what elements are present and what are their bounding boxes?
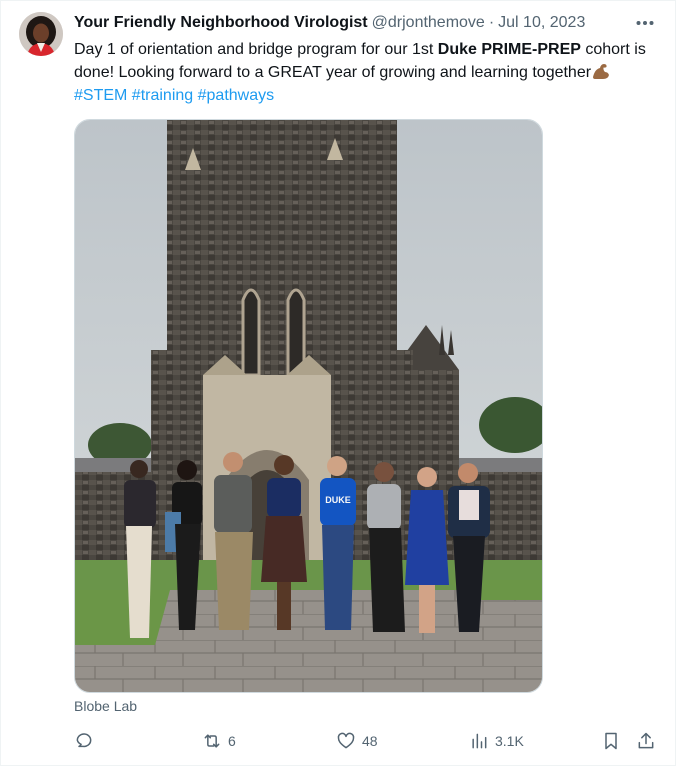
user-handle[interactable]: @drjonthemove bbox=[372, 14, 485, 32]
views-button[interactable]: 3.1K bbox=[469, 728, 524, 754]
like-button[interactable]: 48 bbox=[336, 728, 378, 754]
flexed-biceps-emoji bbox=[591, 62, 611, 80]
tweet-text-part: Day 1 of orientation and bridge program … bbox=[74, 41, 438, 58]
reply-icon bbox=[76, 733, 92, 748]
more-icon[interactable] bbox=[632, 12, 658, 34]
share-button[interactable] bbox=[636, 728, 656, 754]
display-name[interactable]: Your Friendly Neighborhood Virologist bbox=[74, 14, 368, 32]
tweet-date[interactable]: Jul 10, 2023 bbox=[498, 14, 585, 32]
retweet-count: 6 bbox=[228, 733, 236, 749]
tweet-text: Day 1 of orientation and bridge program … bbox=[74, 38, 654, 107]
tweet-photo[interactable]: DUKE bbox=[74, 119, 543, 693]
media-caption[interactable]: Blobe Lab bbox=[74, 698, 137, 714]
tweet-text-bold: Duke PRIME-PREP bbox=[437, 41, 581, 58]
retweet-icon bbox=[204, 734, 220, 748]
views-count: 3.1K bbox=[495, 733, 524, 749]
share-icon bbox=[638, 732, 654, 749]
hashtag-training[interactable]: #training bbox=[132, 87, 193, 104]
reply-button[interactable] bbox=[74, 728, 100, 754]
hashtag-stem[interactable]: #STEM bbox=[74, 87, 127, 104]
bookmark-icon bbox=[605, 732, 617, 750]
heart-icon bbox=[337, 732, 355, 749]
hashtag-pathways[interactable]: #pathways bbox=[198, 87, 275, 104]
views-icon bbox=[472, 733, 487, 749]
bookmark-button[interactable] bbox=[601, 728, 621, 754]
avatar[interactable] bbox=[19, 12, 63, 56]
retweet-button[interactable]: 6 bbox=[202, 728, 236, 754]
header-separator: · bbox=[488, 14, 495, 31]
like-count: 48 bbox=[362, 733, 378, 749]
tweet-header: Your Friendly Neighborhood Virologist @d… bbox=[74, 13, 585, 33]
action-bar: 6 48 3.1K bbox=[74, 728, 658, 754]
